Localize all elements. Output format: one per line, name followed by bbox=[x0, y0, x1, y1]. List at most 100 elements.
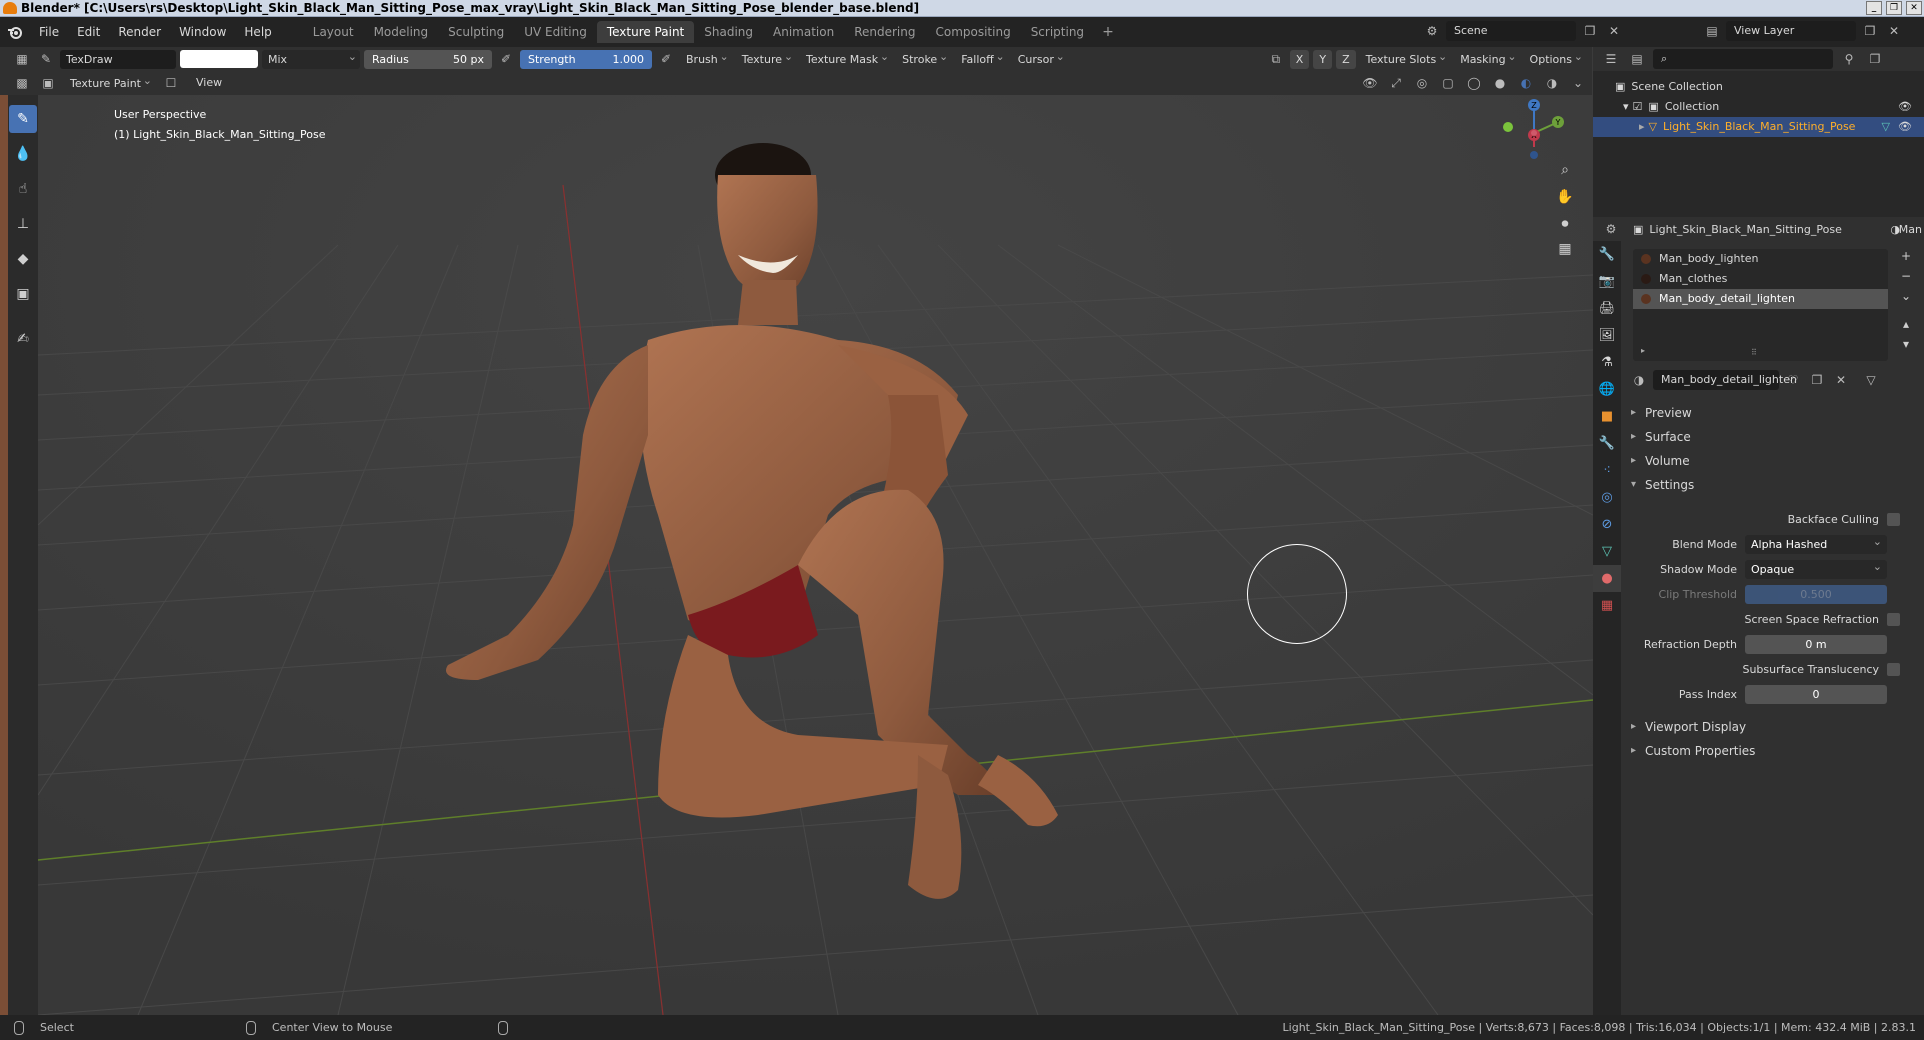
texture-mask-dropdown[interactable]: Texture Mask bbox=[800, 47, 892, 69]
constraints-tab-icon[interactable]: ⊘ bbox=[1593, 511, 1621, 538]
remove-scene-icon[interactable]: ✕ bbox=[1604, 21, 1624, 41]
texture-paint-mode-icon[interactable]: ▩ bbox=[12, 73, 32, 93]
filter-icon[interactable]: ⚲ bbox=[1839, 49, 1859, 69]
brush-dropdown[interactable]: Brush bbox=[680, 47, 732, 69]
scene-name-field[interactable]: Scene bbox=[1446, 21, 1576, 41]
rendered-shading-icon[interactable]: ◑ bbox=[1542, 73, 1562, 93]
outliner-search-input[interactable]: ⌕ bbox=[1653, 49, 1833, 69]
menu-help[interactable]: Help bbox=[235, 17, 280, 47]
view-layer-field[interactable]: View Layer bbox=[1726, 21, 1856, 41]
fake-user-icon[interactable]: ♡ bbox=[1783, 370, 1803, 390]
cursor-dropdown[interactable]: Cursor bbox=[1012, 47, 1068, 69]
settings-panel[interactable]: Settings bbox=[1629, 473, 1919, 497]
visibility-eye-icon[interactable]: 👁 bbox=[1898, 117, 1912, 137]
minimize-button[interactable]: _ bbox=[1866, 1, 1882, 15]
new-view-layer-icon[interactable]: ❐ bbox=[1860, 21, 1880, 41]
shadow-mode-select[interactable]: Opaque bbox=[1745, 557, 1887, 579]
new-collection-icon[interactable]: ❐ bbox=[1865, 49, 1885, 69]
tab-shading[interactable]: Shading bbox=[694, 21, 763, 43]
particles-tab-icon[interactable]: ⁖ bbox=[1593, 457, 1621, 484]
pan-hand-icon[interactable]: ✋ bbox=[1553, 185, 1577, 209]
menu-window[interactable]: Window bbox=[170, 17, 235, 47]
view-layer-tab-icon[interactable]: 🖼 bbox=[1593, 322, 1621, 349]
visibility-eye-icon[interactable]: 👁 bbox=[1898, 97, 1912, 117]
move-up-icon[interactable]: ▴ bbox=[1903, 317, 1909, 331]
camera-view-icon[interactable]: ⏺ bbox=[1553, 212, 1577, 236]
add-slot-icon[interactable]: + bbox=[1901, 249, 1911, 263]
navigation-gizmo[interactable]: Z Y X bbox=[1488, 95, 1568, 165]
paint-mode-icon[interactable]: ▣ bbox=[38, 73, 58, 93]
outliner-scene-collection[interactable]: ▣ Scene Collection bbox=[1593, 77, 1924, 97]
options-dropdown[interactable]: Options bbox=[1524, 47, 1586, 69]
properties-editor-icon[interactable]: ⚙ bbox=[1601, 219, 1621, 239]
blend-mode-select[interactable]: Alpha Hashed bbox=[1745, 532, 1887, 554]
xray-toggle-icon[interactable]: ▢ bbox=[1438, 73, 1458, 93]
tool-tab-icon[interactable]: 🔧 bbox=[1593, 241, 1621, 268]
refraction-depth-field[interactable]: 0 m bbox=[1745, 634, 1887, 654]
smear-tool-icon[interactable]: ☝ bbox=[9, 175, 37, 203]
new-scene-icon[interactable]: ❐ bbox=[1580, 21, 1600, 41]
texture-dropdown[interactable]: Texture bbox=[736, 47, 796, 69]
list-expand-icon[interactable]: ▸ bbox=[1641, 346, 1645, 355]
menu-render[interactable]: Render bbox=[109, 17, 170, 47]
soften-tool-icon[interactable]: 💧 bbox=[9, 140, 37, 168]
mask-icon[interactable]: ☐ bbox=[161, 73, 181, 93]
mask-tool-icon[interactable]: ▣ bbox=[9, 280, 37, 308]
outliner-collection[interactable]: ▾ ☑ ▣ Collection 👁 bbox=[1593, 97, 1924, 117]
tab-modeling[interactable]: Modeling bbox=[364, 21, 439, 43]
ortho-toggle-icon[interactable]: ▦ bbox=[1553, 237, 1577, 261]
outliner-editor-icon[interactable]: ☰ bbox=[1601, 49, 1621, 69]
surface-panel[interactable]: Surface bbox=[1629, 425, 1919, 449]
material-slot-item[interactable]: Man_body_detail_lighten bbox=[1633, 289, 1888, 309]
texture-tab-icon[interactable]: ▦ bbox=[1593, 592, 1621, 619]
scene-tab-icon[interactable]: ⚗ bbox=[1593, 349, 1621, 376]
modifier-tab-icon[interactable]: 🔧 bbox=[1593, 430, 1621, 457]
clip-threshold-slider[interactable]: 0.500 bbox=[1745, 584, 1887, 604]
display-mode-icon[interactable]: ▤ bbox=[1627, 49, 1647, 69]
pass-index-field[interactable]: 0 bbox=[1745, 684, 1887, 704]
outliner-object[interactable]: ▸ ▽ Light_Skin_Black_Man_Sitting_Pose ▽ … bbox=[1593, 117, 1924, 137]
physics-tab-icon[interactable]: ◎ bbox=[1593, 484, 1621, 511]
tab-animation[interactable]: Animation bbox=[763, 21, 844, 43]
tab-texture-paint[interactable]: Texture Paint bbox=[596, 21, 695, 43]
solid-shading-icon[interactable]: ● bbox=[1490, 73, 1510, 93]
strength-pressure-icon[interactable]: ✐ bbox=[656, 49, 676, 69]
checkbox-icon[interactable]: ☑ bbox=[1633, 97, 1643, 117]
volume-panel[interactable]: Volume bbox=[1629, 449, 1919, 473]
axis-x-toggle[interactable]: X bbox=[1289, 49, 1310, 69]
material-slot-item[interactable]: Man_clothes bbox=[1633, 269, 1888, 289]
slot-specials-icon[interactable]: ⌄ bbox=[1901, 289, 1911, 303]
stroke-dropdown[interactable]: Stroke bbox=[896, 47, 951, 69]
remove-slot-icon[interactable]: − bbox=[1901, 269, 1911, 283]
zoom-icon[interactable]: ⌕ bbox=[1553, 158, 1577, 182]
tab-sculpting[interactable]: Sculpting bbox=[438, 21, 514, 43]
radius-pressure-icon[interactable]: ✐ bbox=[496, 49, 516, 69]
backface-culling-checkbox[interactable] bbox=[1887, 512, 1900, 526]
draw-tool-icon[interactable]: ✎ bbox=[9, 105, 37, 133]
maximize-button[interactable]: ❐ bbox=[1886, 1, 1902, 15]
tab-uv-editing[interactable]: UV Editing bbox=[514, 21, 597, 43]
browse-material-icon[interactable]: ◑ bbox=[1629, 370, 1649, 390]
clone-tool-icon[interactable]: ⊥ bbox=[9, 210, 37, 238]
brush-color-swatch[interactable] bbox=[180, 50, 258, 68]
list-resize-handle[interactable]: ⠿ bbox=[1751, 348, 1757, 357]
link-dropdown-icon[interactable]: ▽ bbox=[1861, 370, 1881, 390]
annotate-tool-icon[interactable]: ✍ bbox=[9, 325, 37, 353]
texture-slots-dropdown[interactable]: Texture Slots bbox=[1360, 47, 1451, 69]
gizmo-toggle-icon[interactable]: ⤢ bbox=[1386, 73, 1406, 93]
custom-properties-panel[interactable]: Custom Properties bbox=[1629, 739, 1919, 763]
mesh-data-icon[interactable]: ▽ bbox=[1882, 117, 1890, 137]
material-name-field[interactable]: Man_body_detail_lighten bbox=[1653, 370, 1797, 390]
view-menu[interactable]: View bbox=[187, 71, 231, 95]
brush-icon[interactable]: ✎ bbox=[36, 49, 56, 69]
expand-arrow-icon[interactable]: ▾ bbox=[1623, 97, 1629, 117]
editor-type-icon[interactable]: ▦ bbox=[12, 49, 32, 69]
overlay-toggle-icon[interactable]: ◎ bbox=[1412, 73, 1432, 93]
view-layer-icon[interactable]: ▤ bbox=[1702, 21, 1722, 41]
falloff-dropdown[interactable]: Falloff bbox=[955, 47, 1007, 69]
shading-options-icon[interactable]: ⌄ bbox=[1568, 73, 1588, 93]
strength-slider[interactable]: Strength 1.000 bbox=[520, 49, 652, 69]
fill-tool-icon[interactable]: ◆ bbox=[9, 245, 37, 273]
expand-arrow-icon[interactable]: ▸ bbox=[1639, 117, 1645, 137]
remove-view-layer-icon[interactable]: ✕ bbox=[1884, 21, 1904, 41]
